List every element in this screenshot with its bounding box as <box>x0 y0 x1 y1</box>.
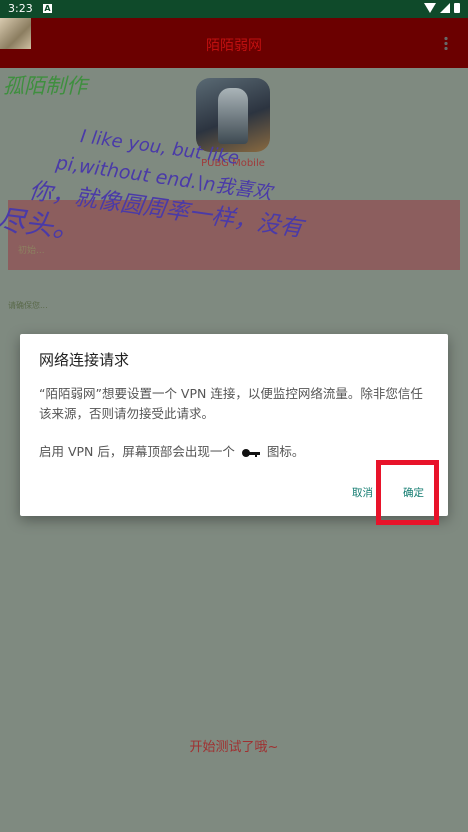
author-label: 孤陌制作 <box>3 74 87 98</box>
app-bar: 陌陌弱网 <box>0 18 468 68</box>
dialog-body: “陌陌弱网”想要设置一个 VPN 连接，以便监控网络流量。除非您信任该来源，否则… <box>39 386 423 421</box>
soldier-figure-icon <box>218 88 248 144</box>
signal-icon <box>440 3 450 13</box>
wifi-icon <box>424 3 436 13</box>
notification-a-icon: A <box>43 4 52 13</box>
game-icon[interactable] <box>196 78 270 152</box>
ok-button-highlight <box>376 460 439 525</box>
status-icons <box>424 3 460 13</box>
dialog-body-vpn-note-start: 启用 VPN 后，屏幕顶部会出现一个 <box>39 444 235 459</box>
battery-icon <box>454 3 460 13</box>
start-test-text[interactable]: 开始测试了哦~ <box>0 736 468 755</box>
status-time: 3:23 <box>8 2 33 15</box>
settings-hint: 请确保您... <box>8 301 48 310</box>
dialog-body-vpn-note-end: 图标。 <box>266 444 305 459</box>
status-bar: 3:23 A <box>0 0 468 18</box>
overflow-menu-icon[interactable] <box>444 36 448 50</box>
dialog-title: 网络连接请求 <box>39 351 130 369</box>
key-icon <box>241 448 260 458</box>
cancel-button[interactable]: 取消 <box>352 485 373 500</box>
app-title: 陌陌弱网 <box>206 38 262 54</box>
dialog-body-vpn-note: 启用 VPN 后，屏幕顶部会出现一个 图标。 <box>39 442 435 462</box>
info-sub-text: 初始... <box>18 246 45 256</box>
